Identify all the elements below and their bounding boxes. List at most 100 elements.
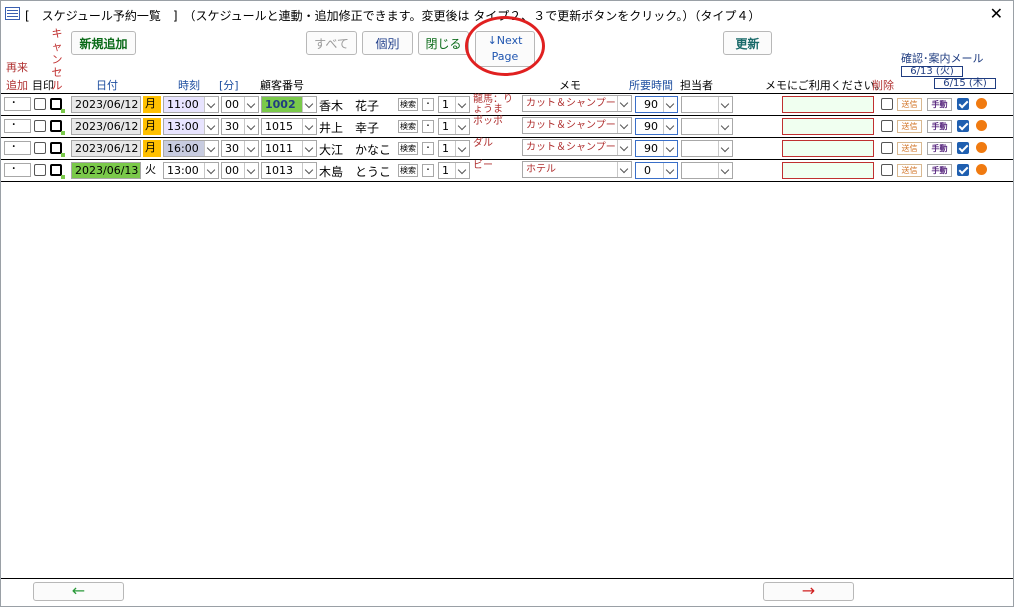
chevron-down-icon[interactable]: [455, 141, 469, 156]
delete-checkbox[interactable]: [881, 120, 893, 132]
chevron-down-icon[interactable]: [718, 97, 732, 112]
chevron-down-icon[interactable]: [244, 141, 258, 156]
close-icon[interactable]: ✕: [990, 4, 1003, 23]
staff-select[interactable]: [681, 96, 733, 113]
staff-select[interactable]: [681, 140, 733, 157]
duration-select[interactable]: 0: [635, 162, 678, 179]
memo-input[interactable]: [782, 140, 874, 157]
hour-select[interactable]: 16:00: [163, 140, 219, 157]
send-button[interactable]: 送信: [897, 164, 922, 177]
mark-checkbox[interactable]: [34, 142, 46, 154]
chevron-down-icon[interactable]: [718, 119, 732, 134]
date-field[interactable]: 2023/06/12: [71, 96, 141, 113]
minute-select[interactable]: 00: [221, 96, 259, 113]
date-field[interactable]: 2023/06/12: [71, 118, 141, 135]
mail-checkbox[interactable]: [957, 142, 969, 154]
new-booking-button[interactable]: 新規追加: [71, 31, 136, 55]
delete-checkbox[interactable]: [881, 98, 893, 110]
search-button[interactable]: 検索: [398, 98, 418, 111]
chevron-down-icon[interactable]: [617, 162, 631, 177]
small-dot-field[interactable]: ･: [422, 120, 434, 133]
duration-select[interactable]: 90: [635, 118, 678, 135]
date-field[interactable]: 2023/06/13: [71, 162, 141, 179]
memo-input[interactable]: [782, 162, 874, 179]
mail-checkbox[interactable]: [957, 120, 969, 132]
chevron-down-icon[interactable]: [617, 140, 631, 155]
show-all-button[interactable]: すべて: [306, 31, 357, 55]
memo-select[interactable]: カット＆シャンプー: [522, 139, 632, 156]
chevron-down-icon[interactable]: [663, 97, 677, 112]
manual-button[interactable]: 手動: [927, 164, 952, 177]
update-button[interactable]: 更新: [723, 31, 772, 55]
search-button[interactable]: 検索: [398, 164, 418, 177]
revisit-add-field[interactable]: ･: [4, 163, 31, 177]
chevron-down-icon[interactable]: [663, 163, 677, 178]
revisit-add-field[interactable]: ･: [4, 97, 31, 111]
count-select[interactable]: 1: [438, 118, 470, 135]
send-button[interactable]: 送信: [897, 120, 922, 133]
chevron-down-icon[interactable]: [663, 119, 677, 134]
hour-select[interactable]: 13:00: [163, 162, 219, 179]
customer-number-select[interactable]: 1002: [261, 96, 317, 113]
count-select[interactable]: 1: [438, 162, 470, 179]
chevron-down-icon[interactable]: [455, 97, 469, 112]
mark-checkbox[interactable]: [34, 98, 46, 110]
count-select[interactable]: 1: [438, 96, 470, 113]
mail-checkbox[interactable]: [957, 164, 969, 176]
chevron-down-icon[interactable]: [204, 163, 218, 178]
staff-select[interactable]: [681, 162, 733, 179]
customer-number-select[interactable]: 1013: [261, 162, 317, 179]
count-select[interactable]: 1: [438, 140, 470, 157]
cancel-checkbox[interactable]: [50, 142, 65, 157]
chevron-down-icon[interactable]: [302, 163, 316, 178]
send-button[interactable]: 送信: [897, 142, 922, 155]
memo-input[interactable]: [782, 96, 874, 113]
cancel-checkbox[interactable]: [50, 120, 65, 135]
chevron-down-icon[interactable]: [244, 97, 258, 112]
memo-input[interactable]: [782, 118, 874, 135]
chevron-down-icon[interactable]: [204, 119, 218, 134]
chevron-down-icon[interactable]: [617, 118, 631, 133]
chevron-down-icon[interactable]: [204, 141, 218, 156]
cancel-checkbox[interactable]: [50, 98, 65, 113]
close-form-button[interactable]: 閉じる: [418, 31, 469, 55]
revisit-add-field[interactable]: ･: [4, 119, 31, 133]
mail-checkbox[interactable]: [957, 98, 969, 110]
chevron-down-icon[interactable]: [302, 141, 316, 156]
delete-checkbox[interactable]: [881, 142, 893, 154]
small-dot-field[interactable]: ･: [422, 164, 434, 177]
chevron-down-icon[interactable]: [663, 141, 677, 156]
individual-button[interactable]: 個別: [362, 31, 413, 55]
cancel-checkbox[interactable]: [50, 164, 65, 179]
chevron-down-icon[interactable]: [718, 163, 732, 178]
small-dot-field[interactable]: ･: [422, 98, 434, 111]
manual-button[interactable]: 手動: [927, 142, 952, 155]
search-button[interactable]: 検索: [398, 120, 418, 133]
date-field[interactable]: 2023/06/12: [71, 140, 141, 157]
search-button[interactable]: 検索: [398, 142, 418, 155]
minute-select[interactable]: 30: [221, 140, 259, 157]
manual-button[interactable]: 手動: [927, 120, 952, 133]
duration-select[interactable]: 90: [635, 140, 678, 157]
memo-select[interactable]: カット＆シャンプー: [522, 95, 632, 112]
chevron-down-icon[interactable]: [244, 163, 258, 178]
chevron-down-icon[interactable]: [455, 119, 469, 134]
mark-checkbox[interactable]: [34, 164, 46, 176]
staff-select[interactable]: [681, 118, 733, 135]
small-dot-field[interactable]: ･: [422, 142, 434, 155]
chevron-down-icon[interactable]: [244, 119, 258, 134]
chevron-down-icon[interactable]: [302, 97, 316, 112]
manual-button[interactable]: 手動: [927, 98, 952, 111]
duration-select[interactable]: 90: [635, 96, 678, 113]
next-record-button[interactable]: →: [763, 582, 854, 601]
customer-number-select[interactable]: 1015: [261, 118, 317, 135]
chevron-down-icon[interactable]: [204, 97, 218, 112]
minute-select[interactable]: 30: [221, 118, 259, 135]
customer-number-select[interactable]: 1011: [261, 140, 317, 157]
hour-select[interactable]: 11:00: [163, 96, 219, 113]
hour-select[interactable]: 13:00: [163, 118, 219, 135]
delete-checkbox[interactable]: [881, 164, 893, 176]
memo-select[interactable]: ホテル: [522, 161, 632, 178]
minute-select[interactable]: 00: [221, 162, 259, 179]
chevron-down-icon[interactable]: [617, 96, 631, 111]
